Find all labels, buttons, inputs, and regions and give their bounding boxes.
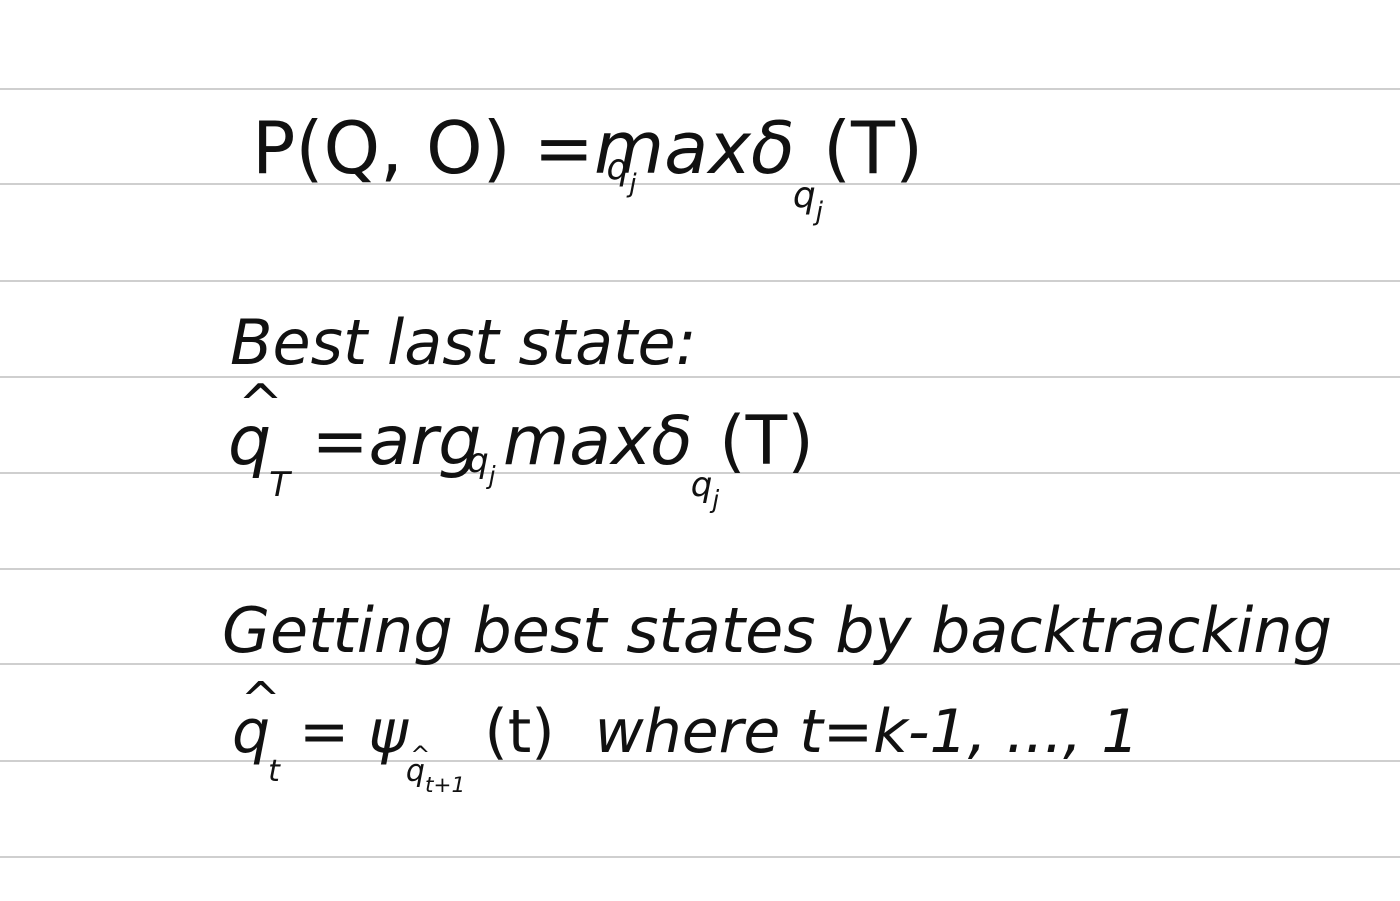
ruled-line	[0, 856, 1400, 858]
delta-argument: (T)	[719, 402, 814, 481]
max-subscript-index: j	[629, 168, 637, 199]
delta-symbol: δ	[750, 106, 795, 190]
delta-subscript-index: j	[815, 197, 823, 228]
delta-subscript-index: j	[712, 485, 720, 515]
argmax-subscript-index: j	[488, 460, 496, 490]
delta-subscript-var: q	[792, 175, 816, 217]
backtracking-equation: qt = ψqt+1 (t)where t=k-1, ..., 1	[232, 676, 1139, 796]
max-subscript: qj	[606, 146, 637, 199]
equation-lhs: P(Q, O)	[252, 106, 511, 190]
psi-argument: (t)	[484, 697, 555, 767]
condition-text: where t=k-1, ..., 1	[594, 697, 1140, 767]
ruled-line	[0, 280, 1400, 282]
ruled-line	[0, 568, 1400, 570]
ruled-line	[0, 376, 1400, 378]
delta-subscript-var: q	[690, 465, 713, 506]
backtracking-heading: Getting best states by backtracking	[222, 594, 1333, 667]
notebook-page: P(Q, O) =maxqjδqj(T) Best last state: qT…	[0, 0, 1400, 901]
equals-sign: =	[311, 402, 369, 481]
argmax-subscript: qj	[467, 444, 495, 489]
max-operator: max qj	[594, 112, 751, 197]
delta-subscript: qj	[690, 465, 719, 512]
psi-subscript-index: t+1	[424, 772, 466, 798]
psi-subscript: qt+1	[406, 743, 465, 795]
equals-sign: =	[298, 697, 350, 767]
q-hat-subscript: T	[269, 465, 290, 506]
argmax-subscript-var: q	[467, 440, 489, 481]
max-subscript-var: q	[606, 146, 630, 188]
ruled-line	[0, 88, 1400, 90]
equals-sign: =	[533, 106, 594, 190]
psi-symbol: ψ	[368, 697, 408, 767]
q-hat-symbol: q	[228, 378, 284, 476]
delta-argument: (T)	[822, 106, 924, 190]
q-hat-symbol: q	[232, 676, 281, 762]
delta-symbol: δ	[651, 402, 693, 481]
argmax-label: arg max	[368, 402, 652, 481]
best-last-state-equation: qT =arg maxqjδqj(T)	[228, 378, 814, 513]
psi-subscript-var: q	[406, 743, 430, 787]
delta-subscript: qj	[792, 175, 823, 225]
argmax-operator: arg max qj	[369, 408, 652, 488]
probability-equation: P(Q, O) =max qj δqj(T)	[252, 112, 923, 226]
best-last-state-heading: Best last state:	[230, 306, 697, 379]
